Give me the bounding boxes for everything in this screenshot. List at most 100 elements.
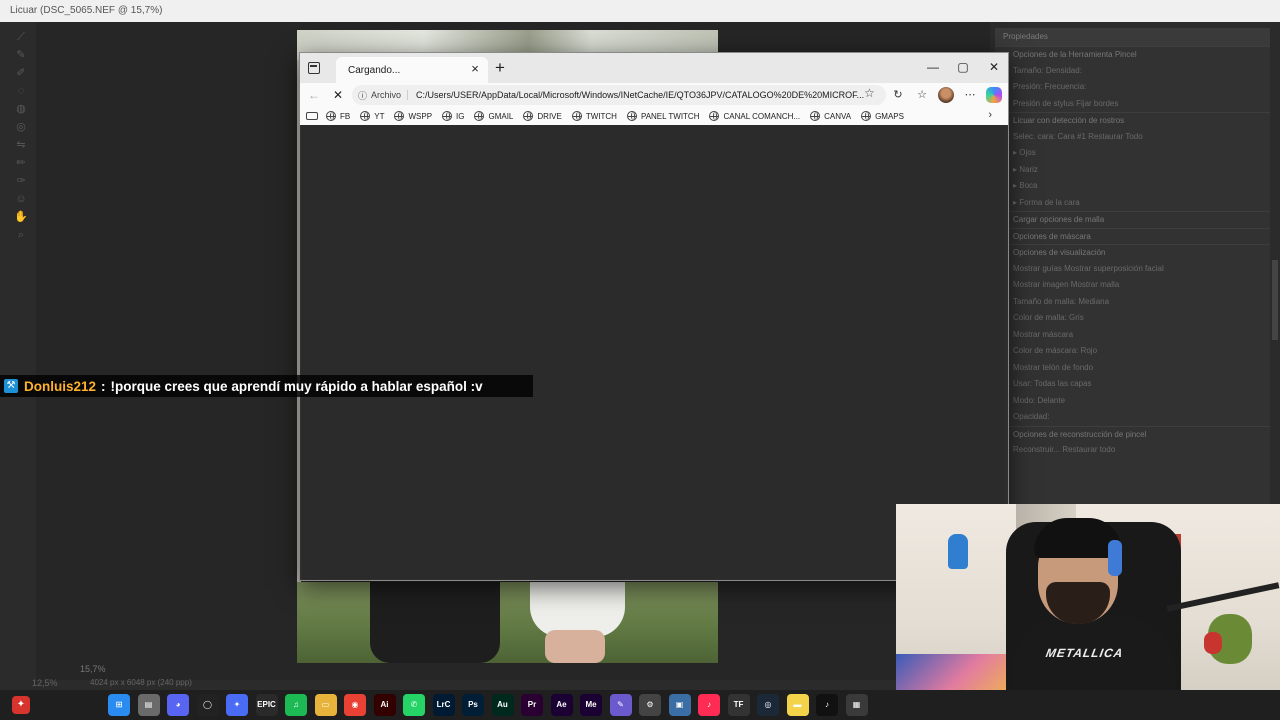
maximize-icon[interactable]: ▢ <box>952 57 974 77</box>
chrome-icon[interactable]: ◉ <box>344 694 366 716</box>
paint-icon[interactable]: ✎ <box>609 694 632 716</box>
image-viewer-icon[interactable]: ▣ <box>668 694 691 716</box>
bookmark-item[interactable]: TWITCH <box>571 111 617 121</box>
back-icon[interactable]: ← <box>306 87 322 103</box>
panel-scrollbar[interactable] <box>1272 260 1278 340</box>
epic-games-icon[interactable]: EPIC <box>255 694 278 716</box>
hand-tool-icon[interactable]: ✋ <box>14 210 28 224</box>
browser-tab[interactable]: Cargando... × <box>336 57 488 83</box>
properties-panel-row[interactable]: Mostrar telón de fondo <box>995 360 1270 377</box>
properties-panel-row[interactable]: Color de máscara: Rojo <box>995 343 1270 360</box>
tab-actions-icon[interactable] <box>308 62 320 74</box>
properties-panel-row[interactable]: ▸ Ojos <box>995 145 1270 162</box>
file-manager-icon[interactable]: ▤ <box>137 694 160 716</box>
bookmark-item[interactable]: WSPP <box>394 111 432 121</box>
properties-panel-row[interactable]: Cargar opciones de malla <box>995 211 1270 228</box>
windows-start-icon[interactable]: ⊞ <box>108 694 130 716</box>
properties-panel-row[interactable]: Opacidad: <box>995 409 1270 426</box>
tiktok-icon[interactable]: ♪ <box>816 694 838 716</box>
illustrator-icon[interactable]: Ai <box>373 694 396 716</box>
bookmark-item[interactable]: CANVA <box>810 111 851 121</box>
properties-panel-row[interactable]: Mostrar guías Mostrar superposición faci… <box>995 261 1270 278</box>
copilot-icon[interactable]: ✦ <box>226 694 248 716</box>
globe-icon <box>810 111 821 121</box>
stop-loading-icon[interactable]: ✕ <box>330 87 346 103</box>
settings-icon[interactable]: ⚙ <box>639 694 661 716</box>
zoom-tool-icon[interactable]: ⌕ <box>14 228 28 242</box>
url-field[interactable]: ⓘ Archivo C:/Users/USER/AppData/Local/Mi… <box>352 85 886 105</box>
properties-panel-row[interactable]: Presión: Frecuencia: <box>995 79 1270 96</box>
bloat-tool-icon[interactable]: ◎ <box>14 120 28 134</box>
properties-panel-row[interactable]: Usar: Todas las capas <box>995 376 1270 393</box>
bookmark-item[interactable]: YT <box>360 111 384 121</box>
photoshop-icon[interactable]: Ps <box>462 694 484 716</box>
calculator-icon[interactable]: ▦ <box>845 694 868 716</box>
after-effects-icon[interactable]: Ae <box>550 694 573 716</box>
bookmark-item[interactable]: DRIVE <box>523 111 562 121</box>
bookmark-item[interactable]: FB <box>326 111 350 121</box>
properties-panel-row[interactable]: Tamaño de malla: Mediana <box>995 294 1270 311</box>
properties-panel-row[interactable]: Licuar con detección de rostros <box>995 112 1270 129</box>
face-tool-icon[interactable]: ☺ <box>14 192 28 206</box>
obs-icon[interactable]: ◯ <box>196 694 219 716</box>
globe-icon <box>360 111 371 121</box>
properties-panel-row[interactable]: Opciones de máscara <box>995 227 1270 245</box>
media-encoder-icon[interactable]: Me <box>580 694 602 716</box>
properties-panel-row[interactable]: Selec. cara: Cara #1 Restaurar Todo <box>995 129 1270 146</box>
bookmarks-more-icon[interactable]: › <box>988 109 992 121</box>
properties-panel-row[interactable]: Presión de stylus Fijar bordes <box>995 96 1270 113</box>
properties-panel-row[interactable]: Mostrar imagen Mostrar malla <box>995 277 1270 294</box>
bookmark-item[interactable]: CANAL COMANCH... <box>709 111 800 121</box>
bookmark-item[interactable]: IG <box>442 111 464 121</box>
widget-app-icon[interactable]: ✦ <box>12 696 30 714</box>
smooth-tool-icon[interactable]: ✐ <box>14 66 28 80</box>
tiktok-live-icon[interactable]: ♪ <box>698 694 720 716</box>
bookmark-item[interactable]: GMAPS <box>861 111 904 121</box>
tf-icon[interactable]: TF <box>727 694 750 716</box>
extension-icon[interactable]: ↻ <box>890 87 906 103</box>
sticky-notes-icon[interactable]: ▬ <box>786 694 809 716</box>
lightroom-classic-icon[interactable]: LrC <box>432 694 455 716</box>
forward-warp-tool-icon[interactable]: ⟋ <box>14 30 28 44</box>
premiere-icon[interactable]: Pr <box>521 694 543 716</box>
info-icon[interactable]: ⓘ <box>358 89 367 102</box>
copilot-icon[interactable] <box>986 87 1002 103</box>
audition-icon[interactable]: Au <box>491 694 514 716</box>
properties-panel-row[interactable]: ▸ Boca <box>995 178 1270 195</box>
tab-close-icon[interactable]: × <box>468 62 482 76</box>
properties-panel-row[interactable]: ▸ Nariz <box>995 162 1270 179</box>
pucker-tool-icon[interactable]: ◍ <box>14 102 28 116</box>
properties-panel-row[interactable]: Opciones de reconstrucción de pincel <box>995 425 1270 443</box>
freeze-mask-tool-icon[interactable]: ✏ <box>14 156 28 170</box>
favorites-icon[interactable]: ☆ <box>914 87 930 103</box>
properties-panel-row[interactable]: Mostrar máscara <box>995 327 1270 344</box>
properties-panel-row[interactable]: Reconstruir... Restaurar todo <box>995 442 1270 459</box>
properties-panel-row[interactable]: Tamaño: Densidad: <box>995 63 1270 80</box>
thaw-mask-tool-icon[interactable]: ✑ <box>14 174 28 188</box>
push-left-tool-icon[interactable]: ⇋ <box>14 138 28 152</box>
bookmarks-folder-icon[interactable] <box>306 112 318 120</box>
properties-panel-row[interactable]: ▸ Forma de la cara <box>995 195 1270 212</box>
steam-icon[interactable]: ◎ <box>757 694 779 716</box>
properties-panel-row[interactable]: Modo: Delante <box>995 393 1270 410</box>
webcam-headset <box>1108 540 1122 576</box>
minimize-icon[interactable]: — <box>922 57 944 77</box>
favorite-star-icon[interactable]: ☆ <box>864 86 875 100</box>
discord-icon[interactable]: ◕ <box>167 694 189 716</box>
bookmark-item[interactable]: GMAIL <box>474 111 513 121</box>
properties-panel-row[interactable]: Opciones de la Herramienta Pincel <box>995 46 1270 63</box>
folder-icon[interactable]: ▭ <box>314 694 337 716</box>
close-window-icon[interactable]: ✕ <box>983 57 1005 77</box>
bookmark-item[interactable]: PANEL TWITCH <box>626 111 699 121</box>
twirl-tool-icon[interactable]: ◌ <box>14 84 28 98</box>
properties-panel-row[interactable]: Color de malla: Gris <box>995 310 1270 327</box>
properties-panel-row[interactable]: Opciones de visualización <box>995 244 1270 261</box>
profile-avatar[interactable] <box>938 87 954 103</box>
properties-panel-header: Propiedades <box>995 28 1270 46</box>
reconstruct-tool-icon[interactable]: ✎ <box>14 48 28 62</box>
more-menu-icon[interactable]: ⋯ <box>962 87 978 103</box>
new-tab-icon[interactable]: + <box>490 59 510 77</box>
whatsapp-icon[interactable]: ✆ <box>403 694 425 716</box>
canvas-zoom-field[interactable]: 15,7% <box>36 664 336 678</box>
spotify-icon[interactable]: ♫ <box>285 694 307 716</box>
